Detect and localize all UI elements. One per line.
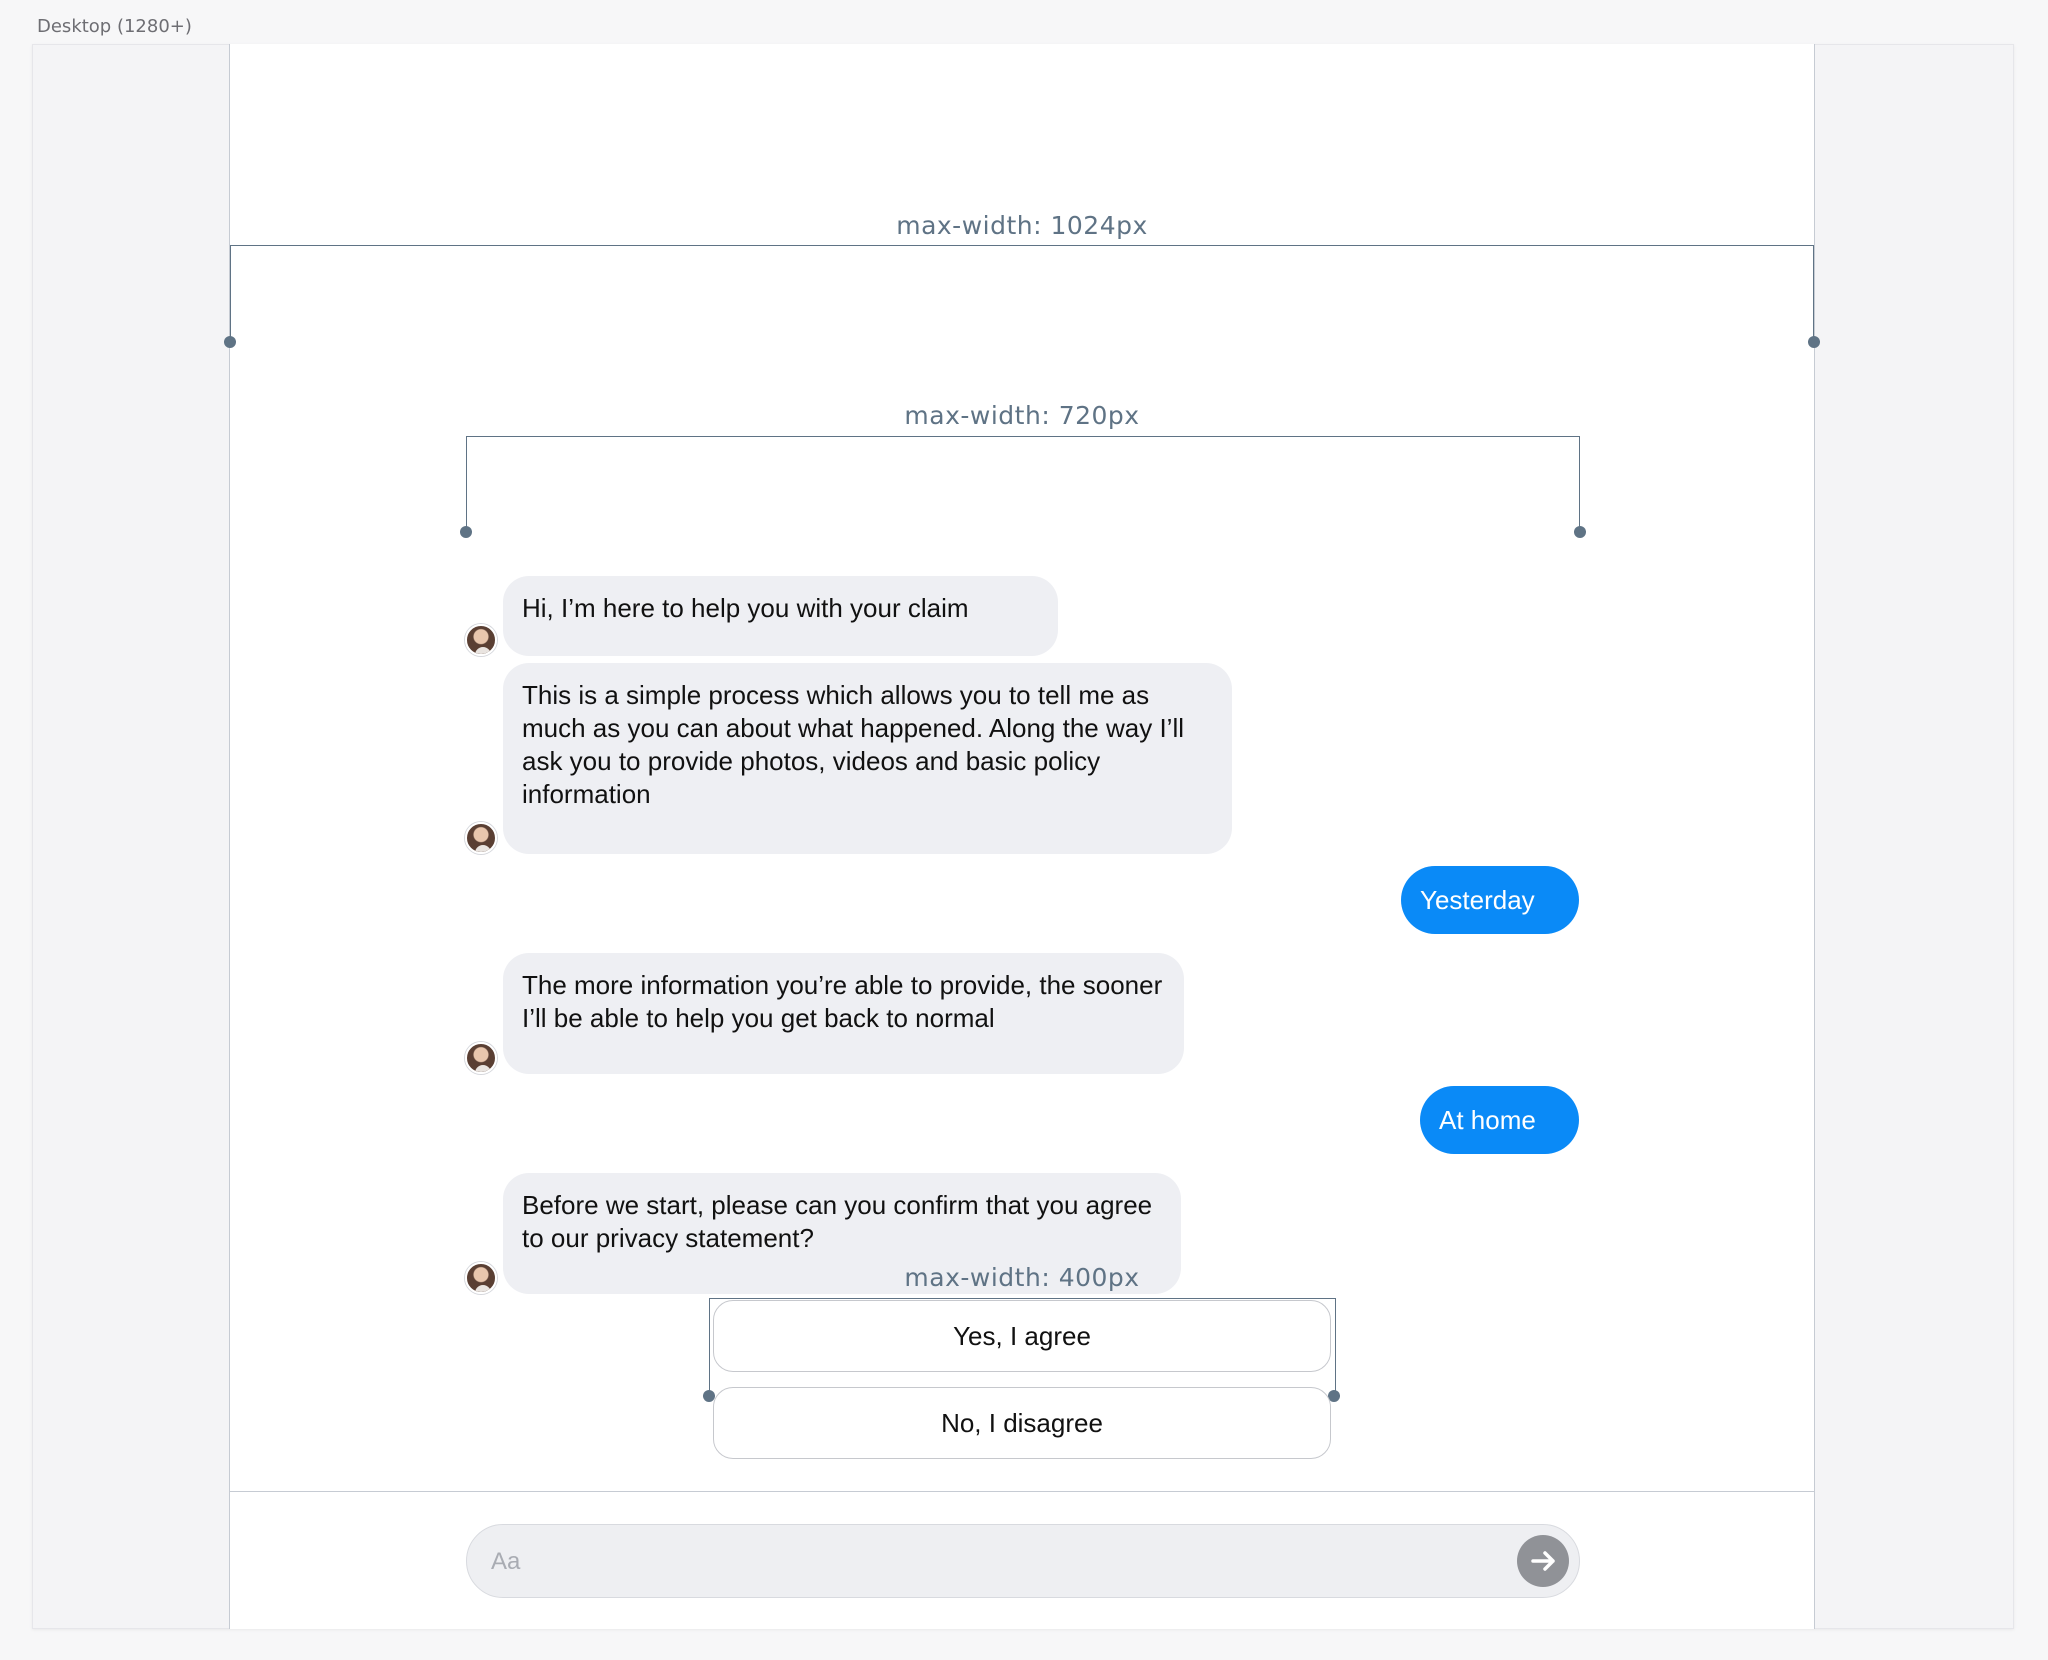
send-button[interactable] — [1517, 1535, 1569, 1587]
agent-avatar — [465, 1042, 497, 1074]
user-message: At home — [1420, 1086, 1579, 1154]
message-input-placeholder: Aa — [491, 1548, 521, 1575]
chat-width-start-marker — [460, 526, 472, 538]
outer-width-annotation: max-width: 1024px — [896, 211, 1148, 240]
message-input[interactable]: Aa — [466, 1524, 1580, 1598]
composer-divider — [229, 1491, 1815, 1492]
chat-width-annotation: max-width: 720px — [904, 401, 1140, 430]
bot-message: Hi, I’m here to help you with your claim — [503, 576, 1058, 656]
bot-message: The more information you’re able to prov… — [503, 953, 1184, 1074]
frame-label: Desktop (1280+) — [37, 16, 192, 37]
disagree-button[interactable]: No, I disagree — [713, 1387, 1331, 1459]
choices-width-annotation: max-width: 400px — [904, 1263, 1140, 1292]
chat-width-end-marker — [1574, 526, 1586, 538]
outer-width-end-marker — [1808, 336, 1820, 348]
user-message: Yesterday — [1401, 866, 1579, 934]
bot-message: This is a simple process which allows yo… — [503, 663, 1232, 854]
arrow-right-icon — [1531, 1551, 1555, 1571]
outer-width-bracket — [230, 245, 1814, 342]
outer-width-start-marker — [224, 336, 236, 348]
agent-avatar — [465, 624, 497, 656]
chat-width-bracket — [466, 436, 1580, 532]
agree-button[interactable]: Yes, I agree — [713, 1300, 1331, 1372]
agent-avatar — [465, 822, 497, 854]
agent-avatar — [465, 1262, 497, 1294]
